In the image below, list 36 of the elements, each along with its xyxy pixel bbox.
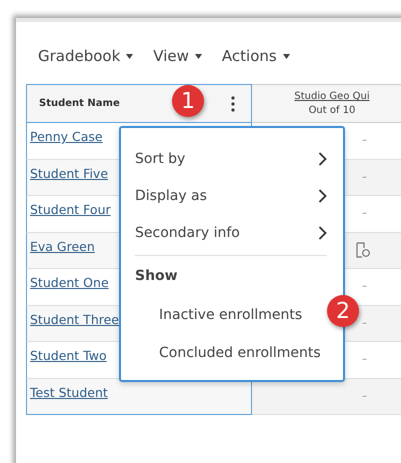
menu-item[interactable]: Display as <box>135 177 327 214</box>
menu-heading: Show <box>135 267 179 286</box>
grade-value: – <box>362 281 367 292</box>
grade-value: – <box>362 354 367 366</box>
caret-icon <box>126 54 134 58</box>
caret-icon <box>282 54 290 58</box>
student-link[interactable]: Student One <box>30 275 109 290</box>
toolbar-menu[interactable]: View <box>153 42 202 70</box>
assignment-link[interactable]: Studio Geo Qui <box>294 91 370 102</box>
chevron-right-icon <box>318 188 327 202</box>
toolbar-menu[interactable]: Gradebook <box>38 42 134 70</box>
column-header-label: Student Name <box>39 98 120 109</box>
student-link[interactable]: Student Three <box>30 312 119 326</box>
menu-item[interactable]: Sort by <box>135 140 327 177</box>
toolbar-menu[interactable]: Actions <box>222 42 290 70</box>
student-link[interactable]: Student Five <box>30 166 108 180</box>
menu-item[interactable]: Concluded enrollments <box>135 334 321 372</box>
submission-icon <box>356 242 370 258</box>
grade-value: – <box>362 318 367 329</box>
caret-icon <box>194 54 202 58</box>
chevron-right-icon <box>318 152 327 166</box>
student-link[interactable]: Student Four <box>30 202 111 217</box>
grade-value: – <box>362 208 367 220</box>
grade-value: – <box>362 172 367 183</box>
grade-value: – <box>362 390 367 402</box>
student-link[interactable]: Penny Case <box>30 129 103 144</box>
student-link[interactable]: Eva Green <box>30 238 95 254</box>
more-options-icon[interactable] <box>231 96 235 112</box>
student-link[interactable]: Student Two <box>30 348 107 363</box>
student-link[interactable]: Test Student <box>30 384 108 400</box>
chevron-right-icon <box>318 226 327 240</box>
menu-item[interactable]: Secondary info <box>135 214 327 251</box>
grade-value: – <box>362 135 367 146</box>
column-header[interactable]: Studio Geo Qui Out of 10 <box>252 84 401 123</box>
points-possible: Out of 10 <box>308 105 356 116</box>
menu-item[interactable]: Inactive enrollments <box>135 296 302 334</box>
